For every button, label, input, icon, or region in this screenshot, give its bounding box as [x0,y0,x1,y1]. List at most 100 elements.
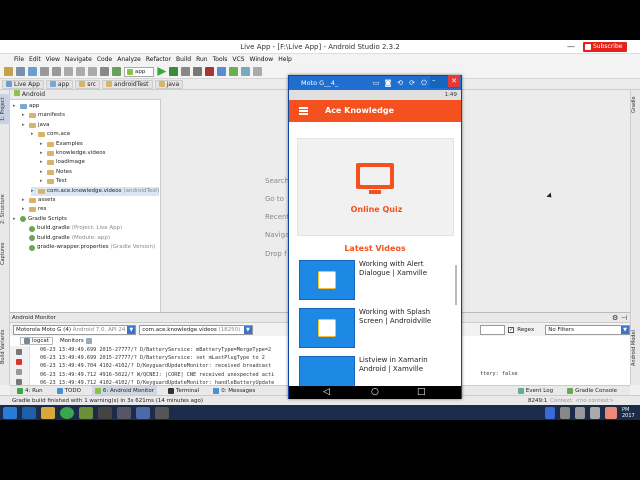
log-filter-select[interactable]: No Filters ▼ [545,324,630,335]
favorites-tool-tab[interactable] [0,375,10,383]
project-tree-item[interactable]: ▸ knowledge.videos [40,149,105,158]
video-list-item[interactable]: Listview in Xamarin Android | Xamville [297,354,454,386]
project-tree-item[interactable]: ▸ assets [22,196,56,205]
debug-icon[interactable] [169,67,179,76]
rotate-left-icon[interactable]: ⟲ [395,76,405,90]
project-tree-item[interactable]: ▸ res [22,205,46,214]
menu-item-window[interactable]: Window [250,56,274,63]
screenshot-icon[interactable]: ◙ [383,76,393,90]
menu-item-build[interactable]: Build [176,56,191,63]
minimize-emulator-icon[interactable]: – [432,76,436,84]
network-icon[interactable] [545,406,555,419]
undo-icon[interactable] [40,67,49,76]
tab-messages[interactable]: 0: Messages [210,386,258,396]
redo-icon[interactable] [52,67,61,76]
screen-record-icon[interactable] [16,369,22,375]
project-tree-item[interactable]: ▸ loadimage [40,158,85,167]
tab-run[interactable]: 4: Run [14,386,46,396]
project-view-selector[interactable]: Android [10,90,161,100]
find-icon[interactable] [100,67,109,76]
build-variants-tool-tab[interactable]: Build Variants [0,328,10,366]
menu-item-help[interactable]: Help [278,56,292,63]
tab-gradle-console[interactable]: Gradle Console [564,386,620,396]
flag-icon[interactable] [560,406,570,419]
hide-panel-icon[interactable]: ⊣ [621,314,629,322]
breadcrumb-item[interactable]: java [154,79,184,89]
hamburger-menu-icon[interactable] [299,106,308,115]
expand-arrow-icon[interactable]: ▸ [31,187,36,196]
process-select[interactable]: com.ace.knowledge.videos (18250) ▼ [139,324,253,335]
menu-item-tools[interactable]: Tools [213,56,228,63]
breadcrumb-item[interactable]: androidTest [101,79,153,89]
screen-capture-icon[interactable] [16,359,22,365]
settings-gear-icon[interactable]: ⚙ [612,314,620,322]
menu-item-run[interactable]: Run [196,56,208,63]
android-model-tool-tab[interactable]: Android Model [631,326,640,370]
recents-icon[interactable]: □ [417,386,426,399]
tab-monitors[interactable]: Monitors [57,338,95,344]
project-tree-item[interactable]: build.gradle (Module: app) [22,234,110,243]
project-tree-item[interactable]: ▸ com.ace.knowledge.videos (androidTest) [31,186,160,196]
video-list-item[interactable]: Working with Splash Screen | Androidvill… [297,306,454,350]
paste-icon[interactable] [88,67,97,76]
menu-item-view[interactable]: View [46,56,60,63]
menu-item-analyze[interactable]: Analyze [117,56,141,63]
copy-icon[interactable] [76,67,85,76]
project-tree-item[interactable]: build.gradle (Project: Live App) [22,224,122,233]
make-project-icon[interactable] [112,67,121,76]
project-tree-item[interactable]: ▸ Examples [40,140,83,149]
battery-icon[interactable] [575,406,585,419]
open-folder-icon[interactable] [4,67,13,76]
gradle-tool-tab[interactable]: Gradle [631,94,640,116]
app-icon[interactable] [155,406,169,419]
back-icon[interactable]: ◁ [323,386,330,399]
project-tool-tab[interactable]: 1: Project [0,94,10,124]
project-tree-item[interactable]: ▸ Notes [40,168,72,177]
device-select[interactable]: Motorola Moto G (4) Android 7.0, API 24 … [13,324,137,335]
expand-arrow-icon[interactable]: ▸ [40,177,45,186]
menu-item-navigate[interactable]: Navigate [65,56,92,63]
menu-item-edit[interactable]: Edit [29,56,41,63]
expand-arrow-icon[interactable]: ▸ [40,149,45,158]
expand-arrow-icon[interactable]: ▸ [22,111,27,120]
expand-arrow-icon[interactable]: ▸ [40,158,45,167]
app-icon[interactable] [98,406,112,419]
expand-arrow-icon[interactable]: ▸ [22,205,27,214]
expand-arrow-icon[interactable]: ▸ [22,121,27,130]
profile-icon[interactable] [181,67,191,76]
save-icon[interactable] [16,67,25,76]
subscribe-button[interactable]: Subscribe [583,42,627,52]
ie-icon[interactable] [22,406,36,419]
tab-event-log[interactable]: Event Log [515,386,556,396]
breadcrumb-item[interactable]: app [45,79,74,89]
project-tree-item[interactable]: ▸ manifests [22,111,65,120]
power-icon[interactable]: ⏻ [419,76,429,90]
cut-icon[interactable] [64,67,73,76]
project-tree-item[interactable]: ▸ app [13,102,39,111]
app-icon[interactable] [136,406,150,419]
menu-item-file[interactable]: File [14,56,24,63]
attach-debugger-icon[interactable] [193,67,203,76]
tab-todo[interactable]: TODO [54,386,84,396]
scrollbar[interactable] [455,265,457,305]
expand-arrow-icon[interactable]: ▸ [13,215,18,224]
android-studio-icon[interactable] [79,406,93,419]
structure-tool-tab[interactable]: 2: Structure [0,190,10,228]
home-icon[interactable]: ○ [371,386,379,399]
rotate-right-icon[interactable]: ⟳ [407,76,417,90]
clear-logcat-icon[interactable] [16,349,22,355]
volume-icon[interactable] [590,406,600,419]
file-explorer-icon[interactable] [41,406,55,419]
start-button-icon[interactable] [3,406,17,419]
expand-arrow-icon[interactable]: ▸ [40,140,45,149]
sdk-manager-icon[interactable] [229,67,239,76]
video-list-item[interactable]: Working with Alert Dialogue | Xamville [297,258,454,302]
menu-item-refactor[interactable]: Refactor [146,56,171,63]
app-icon[interactable] [117,406,131,419]
expand-arrow-icon[interactable]: ▸ [31,130,36,139]
run-icon[interactable] [157,67,167,76]
expand-arrow-icon[interactable]: ▸ [40,168,45,177]
minimize-button[interactable]: — [558,40,584,54]
breadcrumb-item[interactable]: src [75,79,100,89]
sync-icon[interactable] [28,67,37,76]
